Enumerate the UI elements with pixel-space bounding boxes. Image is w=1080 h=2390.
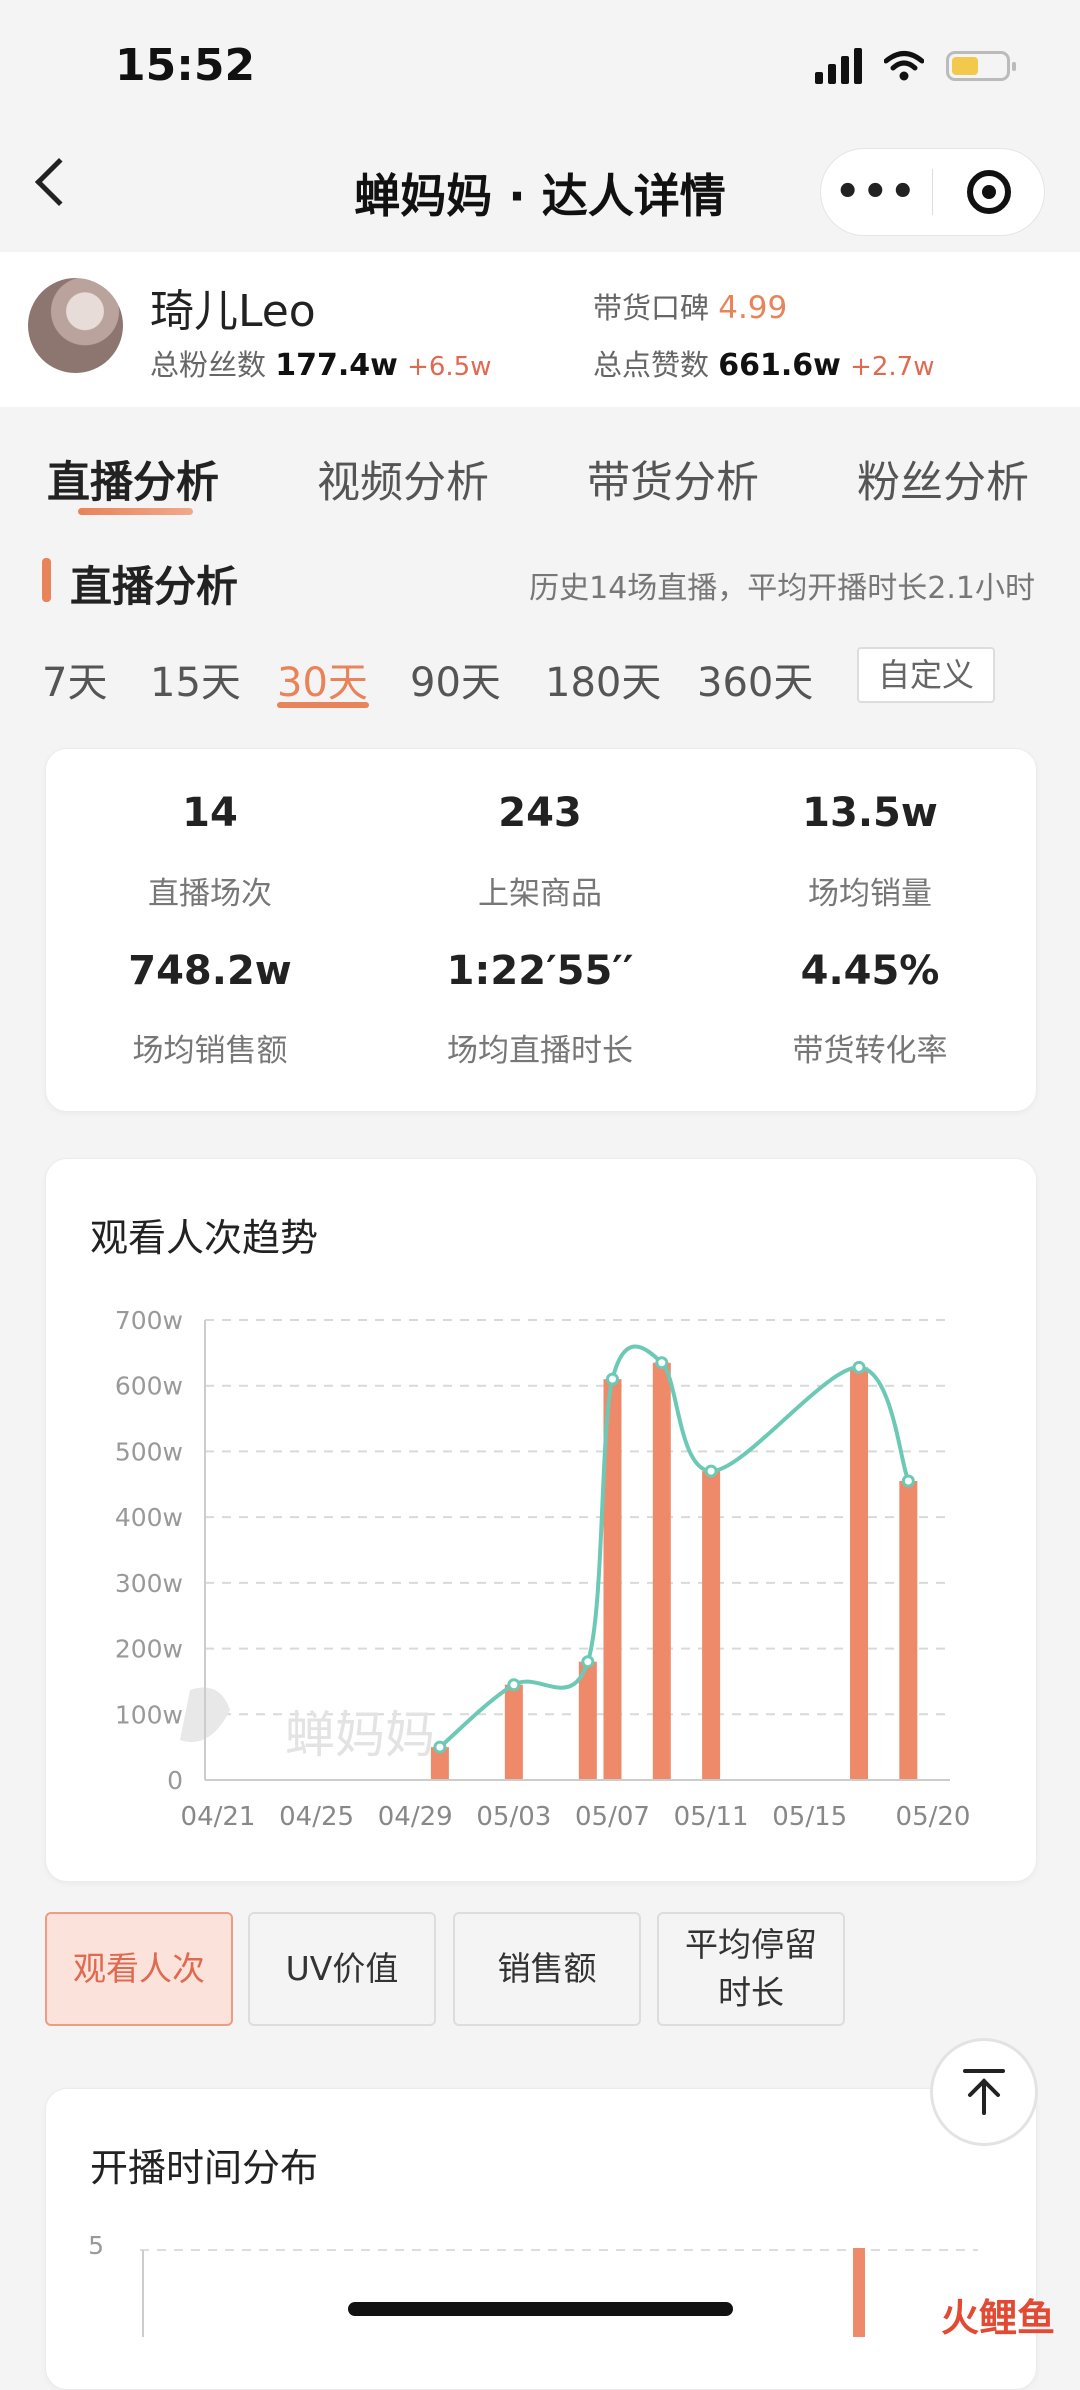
- back-to-top-button[interactable]: [930, 2038, 1038, 2146]
- x-tick-label: 05/15: [772, 1802, 847, 1832]
- data-point: [581, 1655, 595, 1669]
- x-tick-label: 04/21: [181, 1802, 256, 1832]
- bar: [702, 1471, 721, 1780]
- data-point: [605, 1372, 619, 1386]
- start-time-chart: 5: [88, 2231, 978, 2337]
- x-tick-label: 05/20: [896, 1802, 971, 1832]
- views-trend-chart: 蝉妈妈 0 100w 200w 300w 400w 500w 600w 700w 04/21 04…: [115, 1306, 971, 1832]
- y-tick-label: 100w: [115, 1700, 183, 1729]
- y-tick-label: 0: [167, 1766, 183, 1795]
- watermark: 蝉妈妈: [180, 1687, 435, 1764]
- y-tick-label: 600w: [115, 1372, 183, 1401]
- metric-avg-stay-button[interactable]: 平均停留时长: [657, 1912, 845, 2026]
- dist-bar: [853, 2248, 865, 2337]
- dist-chart-title: 开播时间分布: [90, 2146, 319, 2190]
- arrow-up-icon: [963, 2069, 1005, 2115]
- x-tick-label: 04/29: [378, 1802, 453, 1832]
- y-tick-label: 300w: [115, 1569, 183, 1598]
- metric-sales-button[interactable]: 销售额: [453, 1912, 641, 2026]
- x-tick-label: 04/25: [279, 1802, 354, 1832]
- data-point: [901, 1474, 915, 1488]
- data-point: [852, 1360, 866, 1374]
- home-indicator: [348, 2302, 733, 2316]
- metric-uv-value-button[interactable]: UV价值: [248, 1912, 436, 2026]
- footer-logo-text: 火鲤鱼: [940, 2296, 1055, 2340]
- data-point: [655, 1356, 669, 1370]
- watermark-text: 蝉妈妈: [285, 1706, 435, 1764]
- x-tick-label: 05/11: [674, 1802, 749, 1832]
- footer-logo: 火鲤鱼: [941, 2287, 1055, 2342]
- bar: [899, 1481, 918, 1780]
- bar: [578, 1661, 597, 1780]
- data-point: [433, 1740, 447, 1754]
- dist-ytick-top: 5: [88, 2231, 104, 2260]
- bar: [504, 1684, 523, 1780]
- bar: [850, 1367, 869, 1780]
- x-tick-label: 05/03: [476, 1802, 551, 1832]
- data-point: [507, 1678, 521, 1692]
- x-tick-label: 05/07: [575, 1802, 650, 1832]
- y-tick-label: 500w: [115, 1437, 183, 1466]
- bar: [652, 1362, 671, 1780]
- y-tick-label: 200w: [115, 1635, 183, 1664]
- metric-views-button[interactable]: 观看人次: [45, 1912, 233, 2026]
- y-tick-label: 400w: [115, 1503, 183, 1532]
- y-tick-label: 700w: [115, 1306, 183, 1335]
- data-point: [704, 1464, 718, 1478]
